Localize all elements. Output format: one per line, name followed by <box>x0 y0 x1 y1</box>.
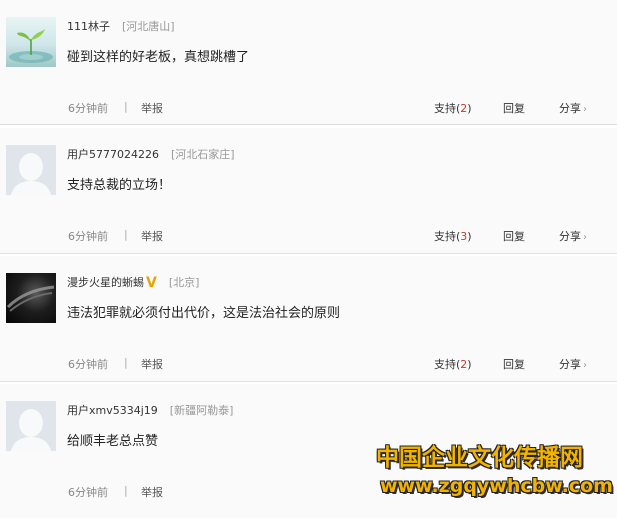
timestamp: 6分钟前 <box>68 486 108 499</box>
divider: | <box>124 100 128 113</box>
share-button[interactable]: 分享 › <box>559 228 587 244</box>
location: [北京] <box>168 276 200 289</box>
plant-avatar-icon <box>9 29 53 63</box>
support-close: ) <box>467 102 472 115</box>
support-label: 支持( <box>434 358 461 371</box>
divider: | <box>124 356 128 369</box>
support-button[interactable]: 支持(2) <box>434 100 472 116</box>
default-avatar-icon <box>6 145 56 195</box>
comment-footer: 6分钟前 | 举报 支持(2) 回复 分享 › <box>0 356 617 372</box>
comment-text: 违法犯罪就必须付出代价，这是法治社会的原则 <box>67 306 341 321</box>
watermark-url: www.zgqywhcbw.com <box>380 475 613 497</box>
avatar[interactable] <box>6 145 56 195</box>
username[interactable]: 111林子 <box>67 20 110 33</box>
location: [河北唐山] <box>122 20 175 33</box>
username[interactable]: 用户xmv5334j19 <box>67 404 158 417</box>
share-button[interactable]: 分享 › <box>559 100 587 116</box>
comment-meta: 漫步火星的蜥蜴 V [北京] <box>67 274 199 290</box>
username[interactable]: 用户5777024226 <box>67 148 159 161</box>
reply-button[interactable]: 回复 <box>503 356 525 372</box>
support-button[interactable]: 支持(3) <box>434 228 472 244</box>
support-close: ) <box>467 358 472 371</box>
dark-avatar-icon <box>6 285 55 312</box>
timestamp: 6分钟前 <box>68 230 108 243</box>
comment-text: 给顺丰老总点赞 <box>67 434 159 449</box>
support-label: 支持( <box>434 230 461 243</box>
chevron-right-icon: › <box>583 232 587 243</box>
location: [河北石家庄] <box>171 148 235 161</box>
comment-text: 支持总裁的立场！ <box>67 178 172 193</box>
username[interactable]: 漫步火星的蜥蜴 <box>67 276 144 289</box>
support-button[interactable]: 支持(2) <box>434 356 472 372</box>
watermark: 中国企业文化传播网 www.zgqywhcbw.com <box>376 438 614 506</box>
share-label: 分享 <box>559 102 581 115</box>
comment-item: 111林子 [河北唐山] 碰到这样的好老板，真想跳槽了 6分钟前 | 举报 支持(… <box>0 0 617 125</box>
comment-meta: 111林子 [河北唐山] <box>67 18 175 34</box>
support-label: 支持( <box>434 102 461 115</box>
share-button[interactable]: 分享 › <box>559 356 587 372</box>
comment-footer: 6分钟前 | 举报 支持(2) 回复 分享 › <box>0 100 617 116</box>
comment-meta: 用户xmv5334j19 [新疆阿勒泰] <box>67 402 233 418</box>
avatar[interactable] <box>6 273 56 323</box>
avatar[interactable] <box>6 17 56 67</box>
report-button[interactable]: 举报 <box>141 228 163 244</box>
report-button[interactable]: 举报 <box>141 100 163 116</box>
divider: | <box>124 228 128 241</box>
timestamp: 6分钟前 <box>68 102 108 115</box>
comment-footer: 6分钟前 | 举报 支持(3) 回复 分享 › <box>0 228 617 244</box>
reply-button[interactable]: 回复 <box>503 100 525 116</box>
divider: | <box>124 484 128 497</box>
watermark-title: 中国企业文化传播网 <box>376 445 583 471</box>
avatar[interactable] <box>6 401 56 451</box>
comment-meta: 用户5777024226 [河北石家庄] <box>67 146 235 162</box>
support-close: ) <box>467 230 472 243</box>
default-avatar-icon <box>6 401 56 451</box>
location: [新疆阿勒泰] <box>169 404 234 417</box>
vip-badge-icon: V <box>146 275 157 291</box>
timestamp: 6分钟前 <box>68 358 108 371</box>
comment-item: 漫步火星的蜥蜴 V [北京] 违法犯罪就必须付出代价，这是法治社会的原则 6分钟前 … <box>0 256 617 382</box>
share-label: 分享 <box>559 358 581 371</box>
chevron-right-icon: › <box>583 360 587 371</box>
comment-item: 用户5777024226 [河北石家庄] 支持总裁的立场！ 6分钟前 | 举报 支… <box>0 128 617 254</box>
report-button[interactable]: 举报 <box>141 484 163 500</box>
reply-button[interactable]: 回复 <box>503 228 525 244</box>
share-label: 分享 <box>559 230 581 243</box>
report-button[interactable]: 举报 <box>141 356 163 372</box>
comment-text: 碰到这样的好老板，真想跳槽了 <box>67 50 250 65</box>
chevron-right-icon: › <box>583 104 587 115</box>
